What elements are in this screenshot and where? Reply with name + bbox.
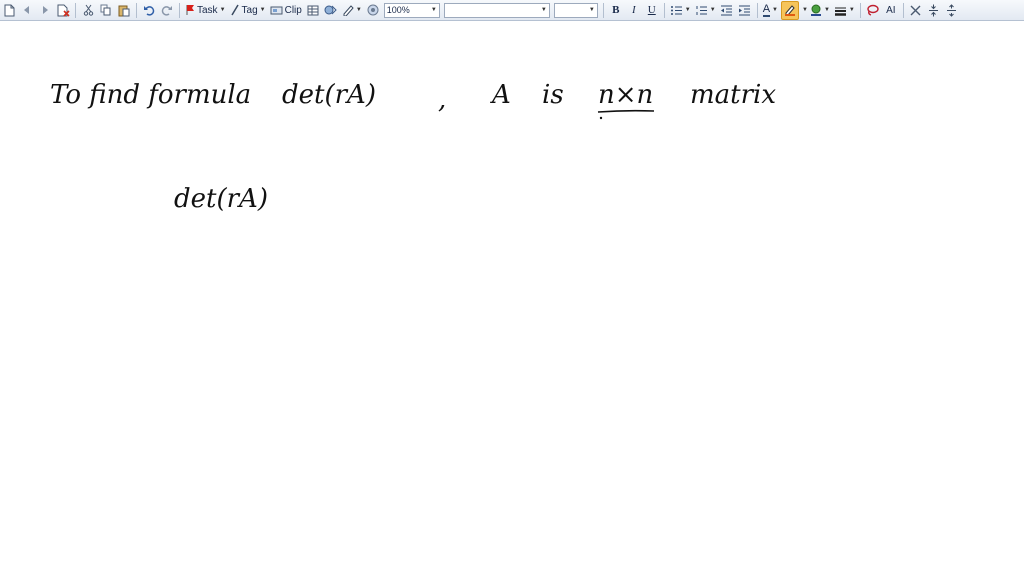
- italic-label: I: [631, 4, 636, 16]
- toolbar: Task ▼ Tag ▼ Clip ▼ 100% ▼ ▼ ▼ B I U ▼ ▼…: [0, 0, 1024, 21]
- handwritten-math: det(rA): [282, 80, 376, 110]
- text-size-button[interactable]: AI: [883, 2, 899, 19]
- chevron-down-icon[interactable]: ▼: [802, 7, 808, 13]
- chevron-down-icon[interactable]: ▼: [685, 7, 691, 13]
- separator: [75, 2, 76, 18]
- task-flag-icon: [185, 4, 195, 16]
- tag-label: Tag: [241, 4, 258, 16]
- highlighter-button[interactable]: [780, 0, 799, 20]
- pen-color-icon: [810, 4, 822, 16]
- bold-button[interactable]: B: [608, 2, 624, 19]
- help-icon[interactable]: [365, 2, 381, 19]
- chevron-down-icon[interactable]: ▼: [356, 7, 362, 13]
- handwritten-underline: [597, 109, 655, 120]
- bullets-button[interactable]: ▼: [669, 2, 692, 19]
- handwritten-text: A: [492, 80, 511, 110]
- font-color-button[interactable]: A ▼: [762, 2, 779, 19]
- increase-indent-icon[interactable]: [737, 2, 753, 19]
- italic-button[interactable]: I: [626, 2, 642, 19]
- bold-label: B: [612, 4, 620, 16]
- chevron-down-icon[interactable]: ▼: [824, 7, 830, 13]
- font-color-icon: A: [762, 2, 771, 17]
- handwritten-math: det(rA): [174, 184, 268, 214]
- pen-button[interactable]: ▼: [341, 2, 363, 19]
- note-canvas[interactable]: To find formula det(rA) , A is n×n matri…: [0, 21, 1024, 576]
- chevron-down-icon[interactable]: ▼: [220, 7, 226, 13]
- lasso-icon[interactable]: [865, 2, 881, 19]
- handwritten-text: matrix: [690, 80, 777, 110]
- separator: [902, 2, 904, 18]
- decrease-indent-icon[interactable]: [719, 2, 735, 19]
- bullets-icon: [670, 5, 683, 16]
- clip-label: Clip: [284, 4, 302, 16]
- handwritten-text: is: [542, 80, 564, 110]
- new-page-icon[interactable]: [1, 2, 17, 19]
- line-style-button[interactable]: ▼: [833, 2, 856, 19]
- pen-icon: [342, 4, 354, 16]
- underline-button[interactable]: U: [644, 2, 660, 19]
- table-icon[interactable]: [305, 2, 321, 19]
- numbering-icon: [695, 5, 708, 16]
- separator: [756, 2, 758, 18]
- separator: [136, 2, 137, 18]
- text-size-label: AI: [886, 4, 896, 16]
- handwritten-text: To find formula: [50, 80, 252, 110]
- undo-icon[interactable]: [141, 2, 157, 19]
- separator: [179, 2, 180, 18]
- clip-button[interactable]: Clip: [269, 2, 303, 19]
- chevron-down-icon[interactable]: ▼: [710, 7, 716, 13]
- copy-icon[interactable]: [98, 2, 114, 19]
- underline-label: U: [647, 4, 656, 16]
- task-button[interactable]: Task ▼: [184, 2, 227, 19]
- tag-button[interactable]: Tag ▼: [229, 2, 267, 19]
- delete-icon[interactable]: [908, 2, 924, 19]
- task-label: Task: [197, 4, 218, 16]
- chevron-down-icon: ▼: [588, 7, 595, 13]
- chevron-down-icon[interactable]: ▼: [772, 7, 778, 13]
- handwritten-comma: ,: [438, 85, 447, 115]
- separator: [663, 2, 665, 18]
- clip-icon: [270, 4, 283, 16]
- back-icon[interactable]: [19, 2, 35, 19]
- paste-icon[interactable]: [116, 2, 132, 19]
- pen-color-button[interactable]: ▼: [809, 2, 831, 19]
- font-family-select[interactable]: ▼: [443, 2, 550, 18]
- zoom-select[interactable]: 100% ▼: [383, 2, 440, 18]
- highlighter-icon: [784, 4, 796, 16]
- chevron-down-icon: ▼: [540, 7, 547, 13]
- cut-icon[interactable]: [80, 2, 96, 19]
- delete-page-icon[interactable]: [55, 2, 71, 19]
- spacing-icon[interactable]: [926, 2, 942, 19]
- chevron-down-icon[interactable]: ▼: [849, 7, 855, 13]
- line-style-icon: [834, 5, 847, 16]
- handwritten-math: n×n: [598, 80, 654, 110]
- numbering-button[interactable]: ▼: [694, 2, 717, 19]
- chevron-down-icon[interactable]: ▼: [260, 7, 266, 13]
- forward-icon[interactable]: [37, 2, 53, 19]
- chevron-down-icon: ▼: [430, 7, 437, 13]
- zoom-value: 100%: [386, 5, 410, 15]
- redo-icon[interactable]: [159, 2, 175, 19]
- font-size-select[interactable]: ▼: [553, 2, 598, 18]
- tag-icon: [230, 4, 240, 16]
- spacing-icon[interactable]: [944, 2, 960, 19]
- separator: [602, 2, 604, 18]
- insert-image-icon[interactable]: [323, 2, 339, 19]
- separator: [859, 2, 861, 18]
